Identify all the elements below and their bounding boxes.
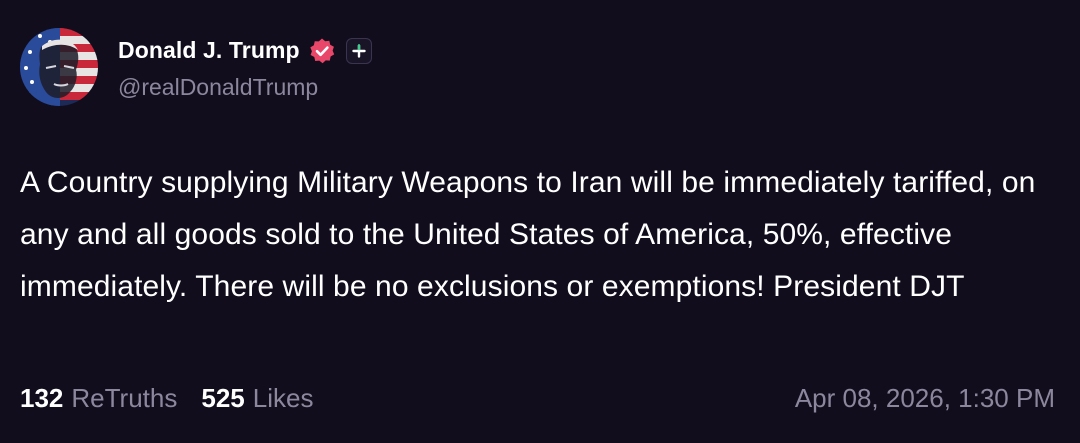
post-header: Donald J. Trump @realDonaldTrump bbox=[20, 28, 372, 106]
author-handle[interactable]: @realDonaldTrump bbox=[118, 74, 372, 101]
author-display-name[interactable]: Donald J. Trump bbox=[118, 37, 300, 64]
verified-badge-icon bbox=[308, 37, 336, 65]
likes-count: 525 bbox=[201, 382, 245, 413]
follow-button[interactable] bbox=[345, 37, 372, 64]
likes-label: Likes bbox=[252, 382, 314, 413]
avatar[interactable] bbox=[20, 28, 98, 106]
likes-stat[interactable]: 525 Likes bbox=[201, 383, 313, 414]
post-text: A Country supplying Military Weapons to … bbox=[20, 166, 1036, 303]
avatar-image bbox=[20, 28, 98, 106]
plus-icon bbox=[351, 43, 366, 58]
retruths-count: 132 bbox=[20, 382, 64, 413]
author-identity: Donald J. Trump @realDonaldTrump bbox=[118, 34, 372, 101]
retruths-stat[interactable]: 132 ReTruths bbox=[20, 383, 177, 414]
retruths-label: ReTruths bbox=[71, 382, 178, 413]
post-card: Donald J. Trump @realDonaldTrump A Count… bbox=[0, 0, 1080, 443]
post-footer: 132 ReTruths 525 Likes Apr 08, 2026, 1:3… bbox=[20, 378, 1055, 418]
post-timestamp[interactable]: Apr 08, 2026, 1:30 PM bbox=[795, 383, 1055, 414]
name-row: Donald J. Trump bbox=[118, 34, 372, 68]
